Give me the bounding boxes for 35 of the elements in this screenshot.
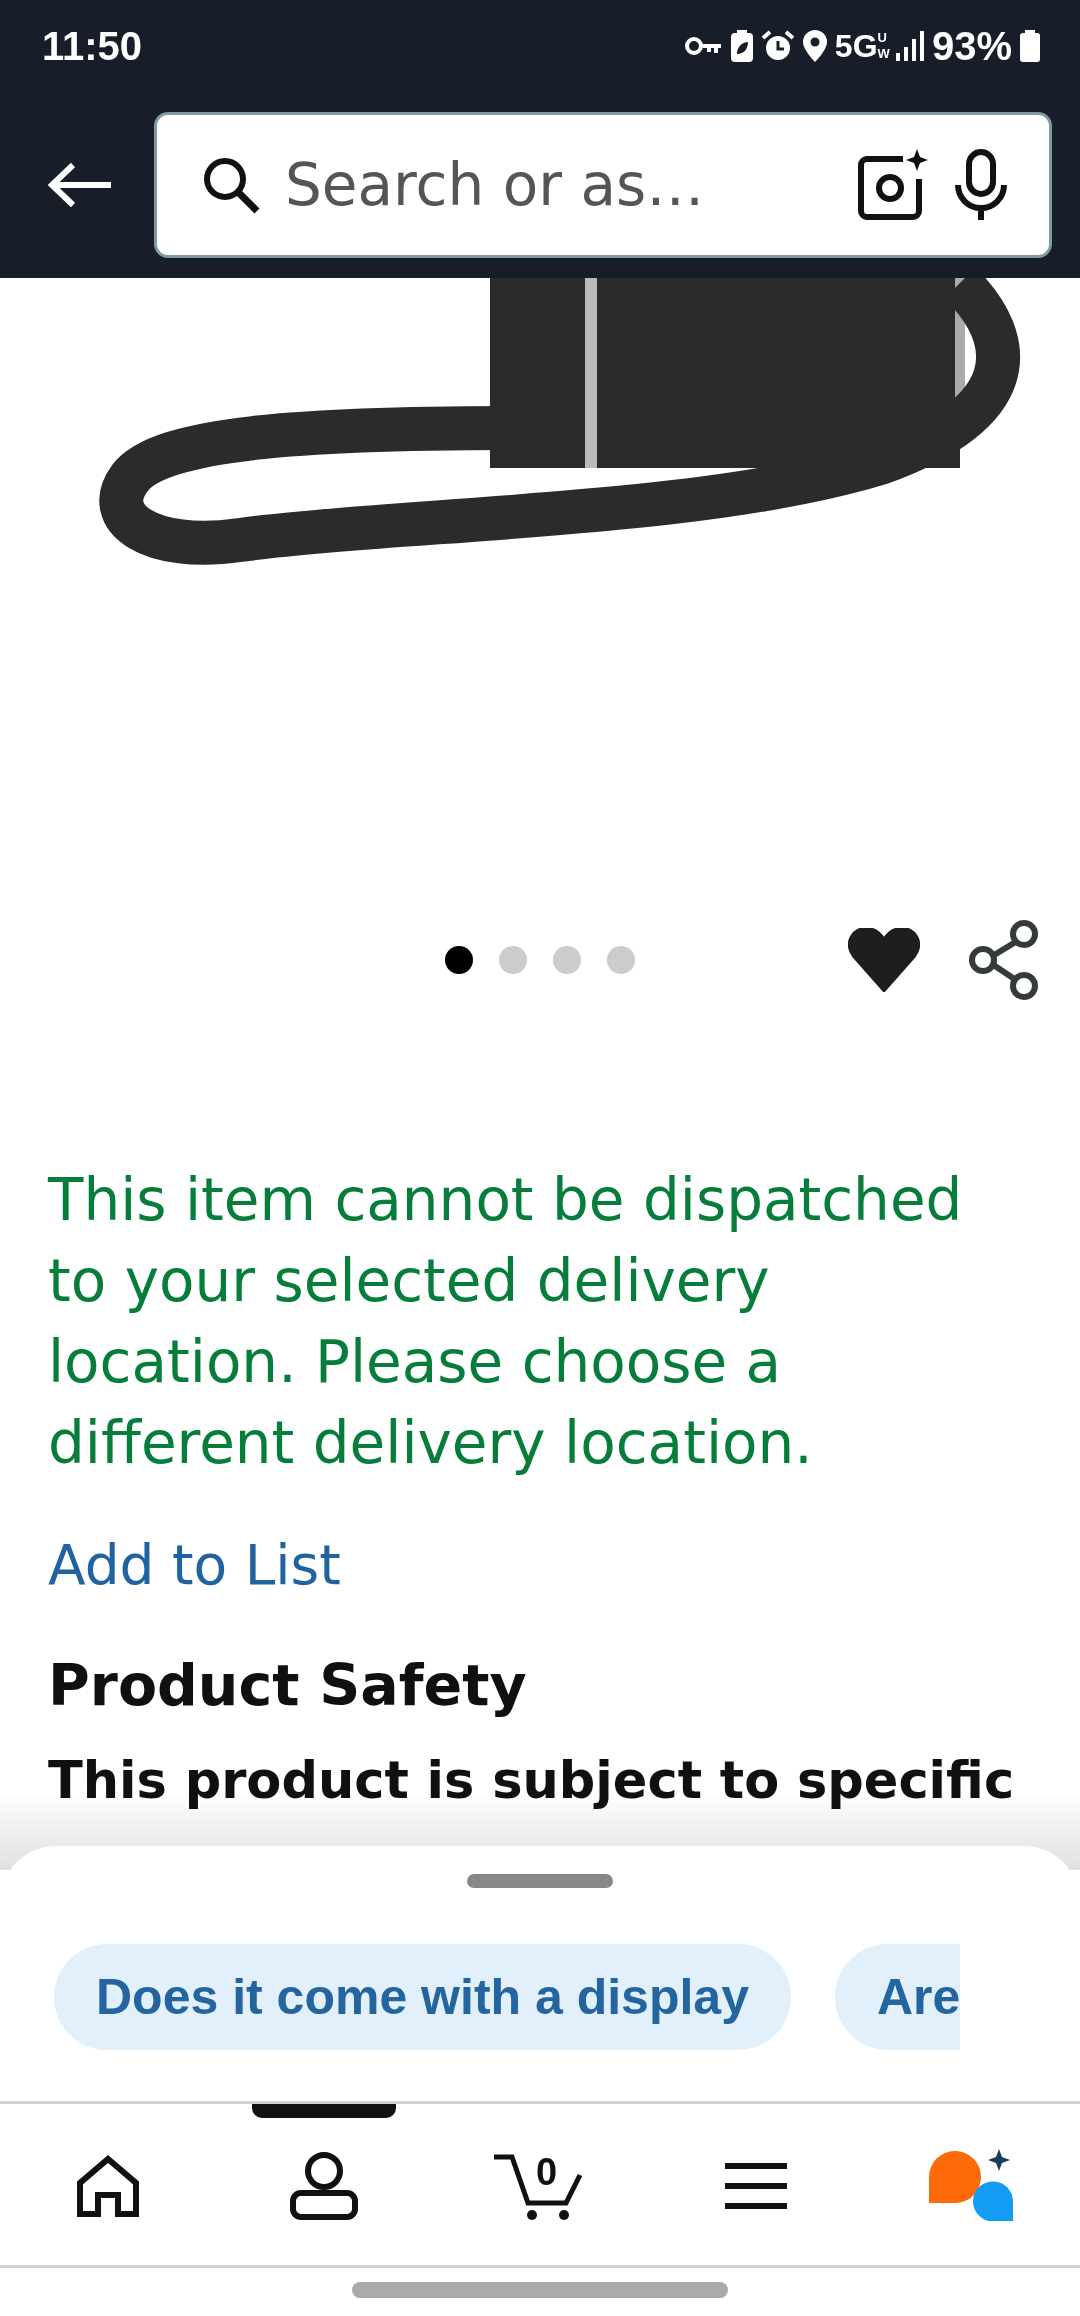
network-subtype: UW (877, 29, 888, 63)
delivery-warning: This item cannot be dispatched to your selected delivery location. Please choose a different delivery location. (46, 1165, 964, 1479)
battery-percent: 93% (931, 23, 1012, 70)
signal-icon (895, 31, 924, 61)
cart-count: 0 (536, 2150, 558, 2195)
network-type: 5G (834, 27, 878, 66)
home-icon (76, 2155, 140, 2217)
section-text: This product is subject to specific (48, 1749, 1016, 1812)
battery-icon (1020, 30, 1040, 62)
search-icon (201, 155, 261, 215)
alarm-icon (760, 30, 795, 62)
key-icon (684, 35, 723, 57)
suggestion-chip[interactable]: Are (834, 1944, 961, 2050)
carousel-dot[interactable] (553, 946, 581, 974)
menu-icon (725, 2163, 787, 2209)
carousel-dot[interactable] (607, 946, 635, 974)
drag-handle[interactable] (467, 1874, 613, 1888)
status-time: 11:50 (42, 23, 143, 70)
location-icon (802, 30, 827, 62)
microphone-icon[interactable] (953, 149, 1009, 221)
back-arrow-icon (47, 162, 113, 208)
search-bar[interactable]: Search or as… (154, 112, 1052, 258)
nav-cart-button[interactable]: 0 (432, 2104, 648, 2268)
battery-leaf-icon (730, 30, 753, 62)
person-icon (289, 2151, 359, 2221)
carousel-dot[interactable] (445, 946, 473, 974)
camera-sparkle-icon[interactable] (857, 149, 929, 221)
share-icon[interactable] (968, 920, 1040, 1000)
carousel-dot[interactable] (499, 946, 527, 974)
chat-bubbles-icon (929, 2149, 1015, 2223)
heart-icon[interactable] (848, 928, 920, 992)
suggestion-chip[interactable]: Does it come with a display (54, 1944, 791, 2050)
search-field[interactable]: Search or as… (285, 141, 833, 229)
section-heading: Product Safety (48, 1650, 528, 1719)
add-to-list-link[interactable]: Add to List (48, 1533, 341, 1597)
